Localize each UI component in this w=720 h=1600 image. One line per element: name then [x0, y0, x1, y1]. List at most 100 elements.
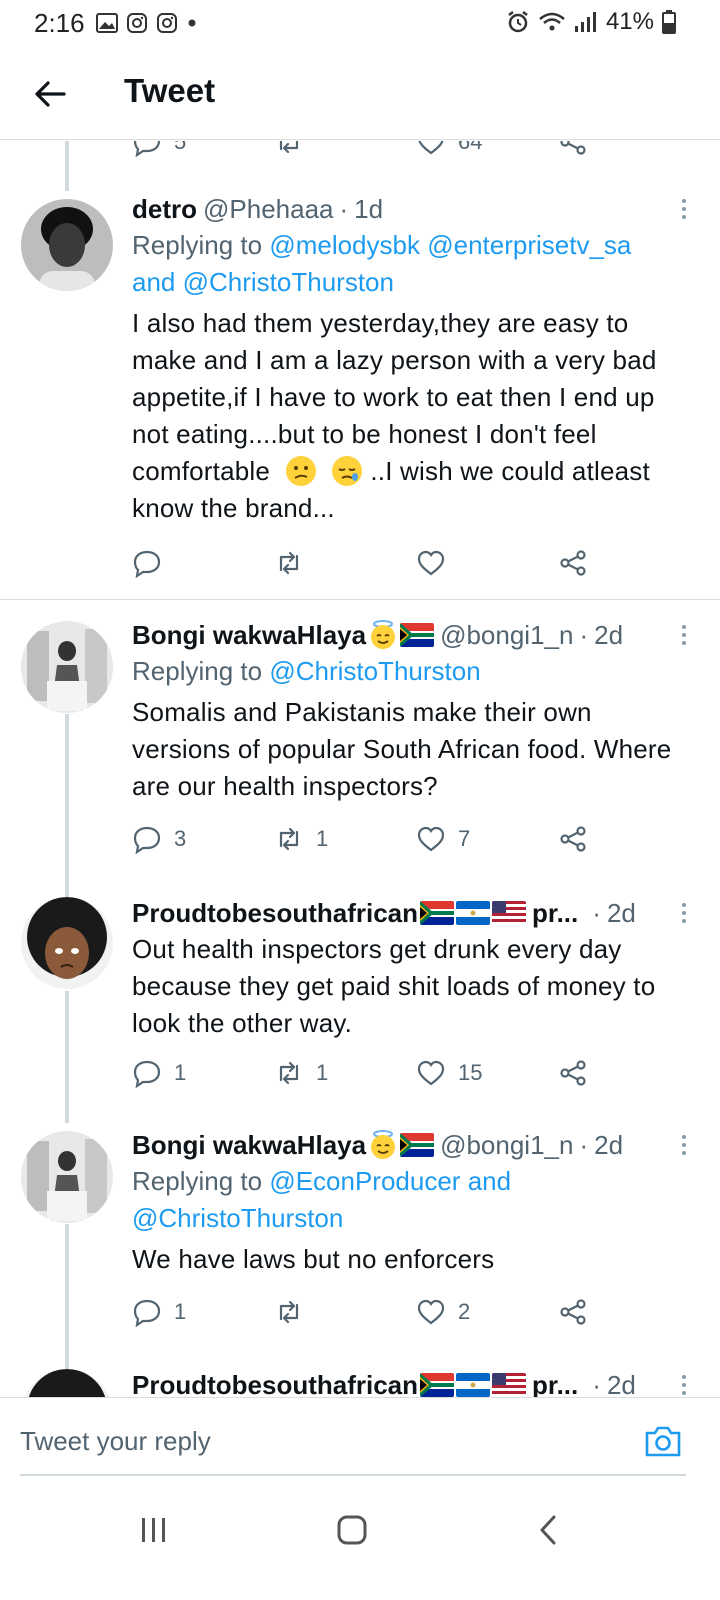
mention-link[interactable]: @ChristoThurston [132, 1203, 343, 1233]
back-icon[interactable] [520, 1510, 580, 1550]
more-options-icon[interactable] [676, 621, 692, 653]
user-handle[interactable]: pr... [532, 895, 578, 931]
reply-button[interactable]: 1 [132, 1058, 186, 1088]
more-options-icon[interactable] [676, 195, 692, 227]
south-africa-flag-icon [420, 901, 455, 925]
instagram-icon [157, 13, 177, 33]
more-options-icon[interactable] [676, 1131, 692, 1163]
timestamp: 2d [594, 1130, 624, 1160]
reply-button[interactable]: 3 [132, 824, 186, 854]
retweet-icon [279, 1300, 299, 1324]
timestamp: 2d [594, 620, 624, 650]
reply-button[interactable] [132, 548, 162, 578]
retweet-button[interactable] [274, 1297, 304, 1327]
share-button[interactable] [558, 548, 588, 578]
mention-link[interactable]: @ChristoThurston [183, 267, 394, 297]
user-handle[interactable]: pr... [532, 1367, 578, 1397]
like-button[interactable]: 7 [416, 824, 470, 854]
retweet-button[interactable]: 1 [274, 1058, 328, 1088]
retweet-button[interactable] [274, 548, 304, 578]
page-title: Tweet [124, 72, 216, 109]
retweet-button[interactable]: 1 [274, 824, 328, 854]
like-button[interactable] [416, 548, 446, 578]
reply-icon [133, 550, 161, 578]
like-count: 15 [458, 1060, 483, 1085]
recents-icon[interactable] [124, 1510, 184, 1550]
retweet-icon [279, 551, 299, 575]
display-name[interactable]: Proudtobesouthafrican [132, 1367, 418, 1397]
mention-link[interactable]: @EconProducer and [269, 1166, 511, 1196]
battery-icon [662, 10, 676, 34]
more-options-icon[interactable] [676, 899, 692, 931]
retweet-count: 1 [316, 1060, 329, 1085]
status-bar: 2:16 41% [0, 0, 720, 46]
heart-icon [417, 1060, 445, 1086]
reply-button[interactable]: 1 [132, 1297, 186, 1327]
tweet[interactable]: Bongi wakwaHlaya @bongi1_n · 2d Replying… [0, 617, 720, 867]
retweet-icon [279, 827, 299, 851]
tweet-text: Out health inspectors get drunk every da… [132, 934, 656, 1038]
avatar[interactable] [21, 897, 113, 989]
avatar[interactable] [21, 1131, 113, 1223]
camera-icon[interactable] [644, 1424, 682, 1458]
replying-to: Replying to @ChristoThurston [132, 653, 692, 690]
tweet[interactable]: Proudtobesouthafrican pr... · 2d Out hea… [0, 895, 720, 1110]
home-icon[interactable] [322, 1510, 382, 1550]
mention-link[interactable]: @enterprisetv_sa [427, 230, 631, 260]
wifi-icon [539, 12, 565, 31]
reply-button[interactable]: 5 [132, 141, 186, 157]
reply-composer: Tweet your reply [0, 1397, 720, 1477]
tweet-actions: 1 2 [132, 1297, 592, 1337]
display-name[interactable]: Bongi wakwaHlaya [132, 1127, 366, 1163]
heart-icon [417, 550, 445, 576]
timestamp: 2d [606, 898, 636, 928]
usa-flag-icon [492, 1373, 527, 1397]
mention-link[interactable]: @ChristoThurston [269, 656, 480, 686]
reply-count: 5 [174, 141, 187, 154]
south-africa-flag-icon [400, 623, 435, 647]
display-name[interactable]: Bongi wakwaHlaya [132, 617, 366, 653]
tweet-actions: 3 1 7 [132, 824, 592, 864]
sleepy-face-emoji-icon [331, 456, 362, 486]
like-button[interactable]: 2 [416, 1297, 470, 1327]
like-button[interactable]: 64 [416, 141, 482, 157]
tweet[interactable]: Proudtobesouthafrican pr... · 2d [0, 1367, 720, 1397]
battery-percent: 41% [605, 8, 654, 35]
avatar[interactable] [21, 1369, 113, 1397]
status-right: 41% [506, 8, 676, 36]
more-options-icon[interactable] [676, 1371, 692, 1397]
nicaragua-flag-icon [456, 901, 491, 925]
like-count: 64 [458, 141, 483, 154]
timestamp: 1d [354, 194, 384, 224]
user-handle[interactable]: @Phehaaa [203, 191, 334, 227]
tweet[interactable]: Bongi wakwaHlaya @bongi1_n · 2d Replying… [0, 1127, 720, 1347]
share-button[interactable] [558, 824, 588, 854]
like-button[interactable]: 15 [416, 1058, 482, 1088]
usa-flag-icon [492, 901, 527, 925]
like-count: 7 [458, 826, 471, 851]
reply-icon [133, 1299, 161, 1327]
back-arrow-icon[interactable] [30, 74, 70, 114]
mention-link[interactable]: @melodysbk [269, 230, 420, 260]
retweet-button[interactable] [274, 141, 304, 157]
avatar[interactable] [21, 199, 113, 291]
system-nav-bar [0, 1478, 720, 1600]
reply-input[interactable]: Tweet your reply [20, 1426, 211, 1457]
confused-face-emoji-icon [286, 456, 317, 486]
share-button[interactable] [558, 1058, 588, 1088]
user-handle[interactable]: @bongi1_n [440, 1127, 573, 1163]
display-name[interactable]: Proudtobesouthafrican [132, 895, 418, 931]
tweet-text: I also had them yesterday,they are easy … [132, 305, 692, 527]
share-button[interactable] [558, 1297, 588, 1327]
user-handle[interactable]: @bongi1_n [440, 617, 573, 653]
share-button[interactable] [558, 141, 588, 157]
reply-feed[interactable]: 5 64 detro @Phehaaa · 1d Replying to @me… [0, 141, 720, 1397]
tweet-text: Somalis and Pakistanis make their own ve… [132, 697, 672, 801]
tweet-actions: 5 64 [132, 141, 592, 167]
display-name[interactable]: detro [132, 191, 197, 227]
tweet[interactable]: detro @Phehaaa · 1d Replying to @melodys… [0, 191, 720, 601]
share-icon [560, 1299, 586, 1325]
heart-icon [417, 1299, 445, 1325]
timestamp: 2d [606, 1370, 636, 1397]
avatar[interactable] [21, 621, 113, 713]
